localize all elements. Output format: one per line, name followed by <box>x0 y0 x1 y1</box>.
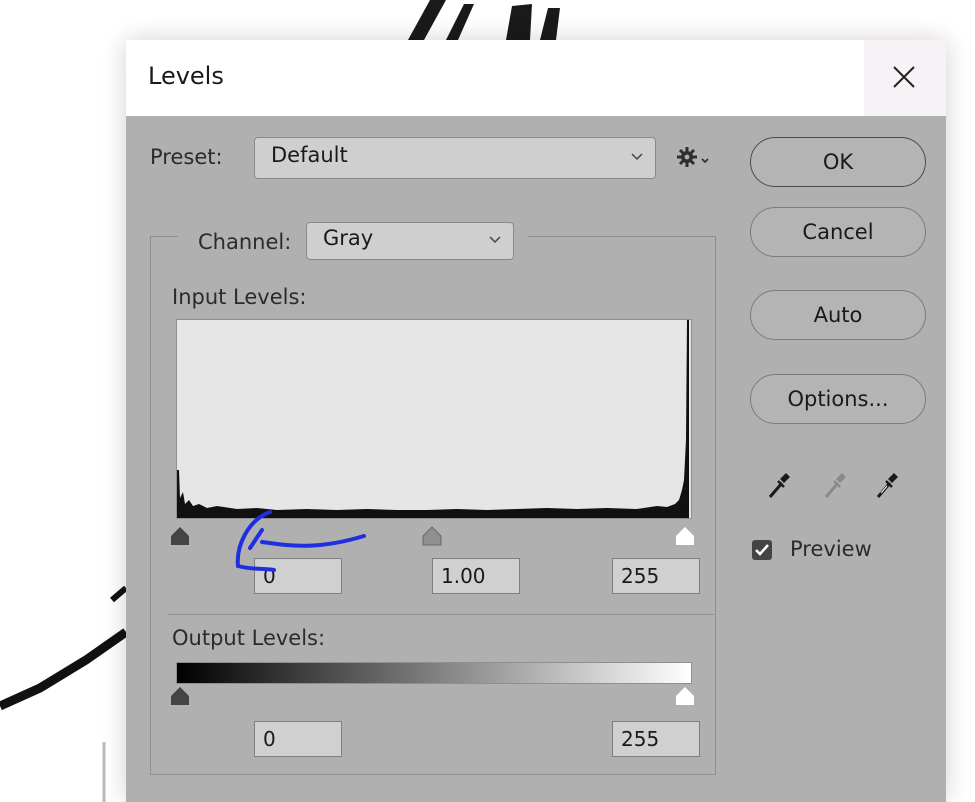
output-levels-label: Output Levels: <box>172 626 326 650</box>
output-black-field[interactable]: 0 <box>254 721 342 757</box>
preset-value: Default <box>271 143 348 167</box>
input-black-field[interactable]: 0 <box>254 558 342 594</box>
input-black-value: 0 <box>263 564 276 588</box>
output-white-slider[interactable] <box>674 686 696 706</box>
close-button[interactable] <box>864 40 946 116</box>
preset-dropdown[interactable]: Default <box>254 137 656 179</box>
input-white-value: 255 <box>621 564 660 588</box>
chevron-down-icon <box>489 236 501 244</box>
histogram <box>176 319 692 519</box>
input-white-field[interactable]: 255 <box>612 558 700 594</box>
gray-eyedropper-icon[interactable] <box>822 471 848 501</box>
dialog-title: Levels <box>148 62 224 90</box>
divider <box>168 614 714 615</box>
output-black-value: 0 <box>263 727 276 751</box>
channel-dropdown[interactable]: Gray <box>306 222 514 260</box>
close-icon <box>893 66 915 88</box>
channel-value: Gray <box>323 226 374 250</box>
input-black-slider[interactable] <box>169 526 191 546</box>
output-white-value: 255 <box>621 727 660 751</box>
input-gamma-field[interactable]: 1.00 <box>432 558 520 594</box>
black-eyedropper-icon[interactable] <box>766 471 792 501</box>
channel-row: Channel: Gray <box>178 220 528 260</box>
preview-checkbox[interactable] <box>752 540 772 560</box>
chevron-down-icon <box>631 153 643 161</box>
checkmark-icon <box>755 544 769 556</box>
title-bar: Levels <box>126 40 946 116</box>
ok-button[interactable]: OK <box>750 137 926 187</box>
channel-label: Channel: <box>198 230 292 254</box>
input-white-slider[interactable] <box>674 526 696 546</box>
input-gamma-slider[interactable] <box>421 526 443 546</box>
output-white-field[interactable]: 255 <box>612 721 700 757</box>
cancel-button[interactable]: Cancel <box>750 207 926 257</box>
auto-button[interactable]: Auto <box>750 290 926 340</box>
output-black-slider[interactable] <box>169 686 191 706</box>
options-button[interactable]: Options... <box>750 374 926 424</box>
input-gamma-value: 1.00 <box>441 564 486 588</box>
input-levels-label: Input Levels: <box>172 285 307 309</box>
white-eyedropper-icon[interactable] <box>874 471 900 501</box>
preview-label: Preview <box>790 537 872 561</box>
histogram-graph <box>177 320 689 518</box>
gear-icon[interactable] <box>676 144 712 170</box>
levels-dialog: Levels Preset: Default OK Cancel Auto Op… <box>126 40 946 802</box>
preset-label: Preset: <box>150 145 223 169</box>
output-gradient-bar <box>176 662 692 684</box>
